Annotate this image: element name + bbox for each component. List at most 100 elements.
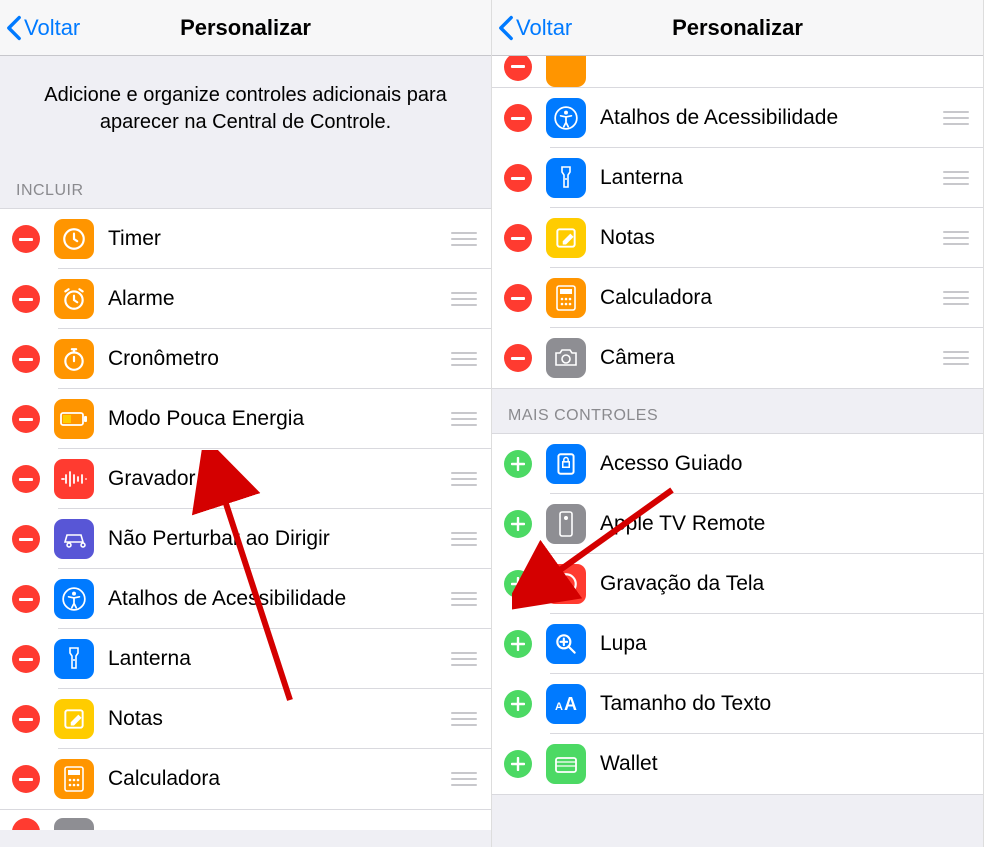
accessibility-icon (54, 579, 94, 619)
list-row-nao-perturbar[interactable]: Não Perturbar ao Dirigir (0, 509, 491, 569)
list-row-apple-tv-remote[interactable]: Apple TV Remote (492, 494, 983, 554)
remove-button[interactable] (504, 344, 532, 372)
magnifier-icon (546, 624, 586, 664)
list-row-alarme[interactable]: Alarme (0, 269, 491, 329)
list-row-acessibilidade[interactable]: Atalhos de Acessibilidade (492, 88, 983, 148)
drag-handle-icon[interactable] (449, 232, 479, 246)
more-controls-list: Acesso Guiado Apple TV Remote Gravação (492, 433, 983, 795)
list-row-lanterna[interactable]: Lanterna (0, 629, 491, 689)
battery-icon (54, 399, 94, 439)
remove-button[interactable] (12, 225, 40, 253)
remove-button[interactable] (504, 164, 532, 192)
included-list: Atalhos de Acessibilidade Lanterna Notas (492, 88, 983, 389)
back-button[interactable]: Voltar (492, 15, 572, 41)
list-row-acessibilidade[interactable]: Atalhos de Acessibilidade (0, 569, 491, 629)
notes-icon (546, 218, 586, 258)
drag-handle-icon[interactable] (449, 292, 479, 306)
partial-icon (546, 56, 586, 87)
included-list: Timer Alarme Cronômetro (0, 208, 491, 810)
list-row-notas[interactable]: Notas (0, 689, 491, 749)
remove-button[interactable] (12, 285, 40, 313)
page-title: Personalizar (672, 15, 803, 41)
list-row-partial (492, 56, 983, 88)
add-button[interactable] (504, 690, 532, 718)
camera-icon (54, 818, 94, 830)
drag-handle-icon[interactable] (449, 352, 479, 366)
add-button[interactable] (504, 630, 532, 658)
list-row-gravacao-tela[interactable]: Gravação da Tela (492, 554, 983, 614)
list-row-gravador[interactable]: Gravador (0, 449, 491, 509)
camera-icon (546, 338, 586, 378)
row-label: Calculadora (600, 286, 941, 310)
add-button[interactable] (504, 510, 532, 538)
back-button[interactable]: Voltar (0, 15, 80, 41)
list-row-lupa[interactable]: Lupa (492, 614, 983, 674)
add-button[interactable] (504, 750, 532, 778)
drag-handle-icon[interactable] (941, 171, 971, 185)
row-label: Lupa (600, 632, 971, 656)
flashlight-icon (54, 639, 94, 679)
list-row-calculadora[interactable]: Calculadora (492, 268, 983, 328)
drag-handle-icon[interactable] (449, 652, 479, 666)
drag-handle-icon[interactable] (941, 351, 971, 365)
accessibility-icon (546, 98, 586, 138)
row-label: Alarme (108, 287, 449, 311)
list-row-tamanho-texto[interactable]: AA Tamanho do Texto (492, 674, 983, 734)
drag-handle-icon[interactable] (449, 412, 479, 426)
right-screenshot: Voltar Personalizar Atalhos de Acessibil… (492, 0, 984, 847)
remove-button[interactable] (504, 224, 532, 252)
drag-handle-icon[interactable] (449, 772, 479, 786)
row-label: Notas (108, 707, 449, 731)
drag-handle-icon[interactable] (449, 712, 479, 726)
drag-handle-icon[interactable] (941, 111, 971, 125)
row-label: Acesso Guiado (600, 452, 971, 476)
remove-button[interactable] (12, 465, 40, 493)
row-label: Cronômetro (108, 347, 449, 371)
drag-handle-icon[interactable] (941, 231, 971, 245)
section-header-more: MAIS CONTROLES (492, 389, 983, 433)
scroll-area[interactable]: Adicione e organize controles adicionais… (0, 56, 491, 847)
list-row-calculadora[interactable]: Calculadora (0, 749, 491, 809)
remove-button[interactable] (12, 525, 40, 553)
list-row-cronometro[interactable]: Cronômetro (0, 329, 491, 389)
row-label: Atalhos de Acessibilidade (108, 587, 449, 611)
drag-handle-icon[interactable] (449, 532, 479, 546)
row-label: Câmera (600, 346, 941, 370)
list-row-wallet[interactable]: Wallet (492, 734, 983, 794)
list-row-camera[interactable]: Câmera (492, 328, 983, 388)
list-row-timer[interactable]: Timer (0, 209, 491, 269)
row-label: Calculadora (108, 767, 449, 791)
alarm-icon (54, 279, 94, 319)
remove-button[interactable] (12, 345, 40, 373)
row-label: Apple TV Remote (600, 512, 971, 536)
list-row-acesso-guiado[interactable]: Acesso Guiado (492, 434, 983, 494)
list-row-lanterna[interactable]: Lanterna (492, 148, 983, 208)
remove-button[interactable] (12, 585, 40, 613)
wallet-icon (546, 744, 586, 784)
remove-button[interactable] (504, 104, 532, 132)
left-screenshot: Voltar Personalizar Adicione e organize … (0, 0, 492, 847)
row-label: Não Perturbar ao Dirigir (108, 527, 449, 551)
remove-button[interactable] (12, 645, 40, 673)
scroll-area[interactable]: Atalhos de Acessibilidade Lanterna Notas (492, 56, 983, 847)
waveform-icon (54, 459, 94, 499)
remove-button[interactable] (504, 284, 532, 312)
remove-button[interactable] (12, 765, 40, 793)
list-row-notas[interactable]: Notas (492, 208, 983, 268)
add-button[interactable] (504, 570, 532, 598)
remove-button[interactable] (12, 705, 40, 733)
text-size-icon: AA (546, 684, 586, 724)
list-row-partial (0, 810, 491, 830)
remove-button[interactable] (504, 56, 532, 81)
add-button[interactable] (504, 450, 532, 478)
row-label: Gravação da Tela (600, 572, 971, 596)
drag-handle-icon[interactable] (449, 472, 479, 486)
drag-handle-icon[interactable] (449, 592, 479, 606)
guided-access-icon (546, 444, 586, 484)
row-label: Lanterna (108, 647, 449, 671)
section-header-include: INCLUIR (0, 164, 491, 208)
remove-button[interactable] (12, 818, 40, 830)
drag-handle-icon[interactable] (941, 291, 971, 305)
list-row-pouca-energia[interactable]: Modo Pouca Energia (0, 389, 491, 449)
remove-button[interactable] (12, 405, 40, 433)
